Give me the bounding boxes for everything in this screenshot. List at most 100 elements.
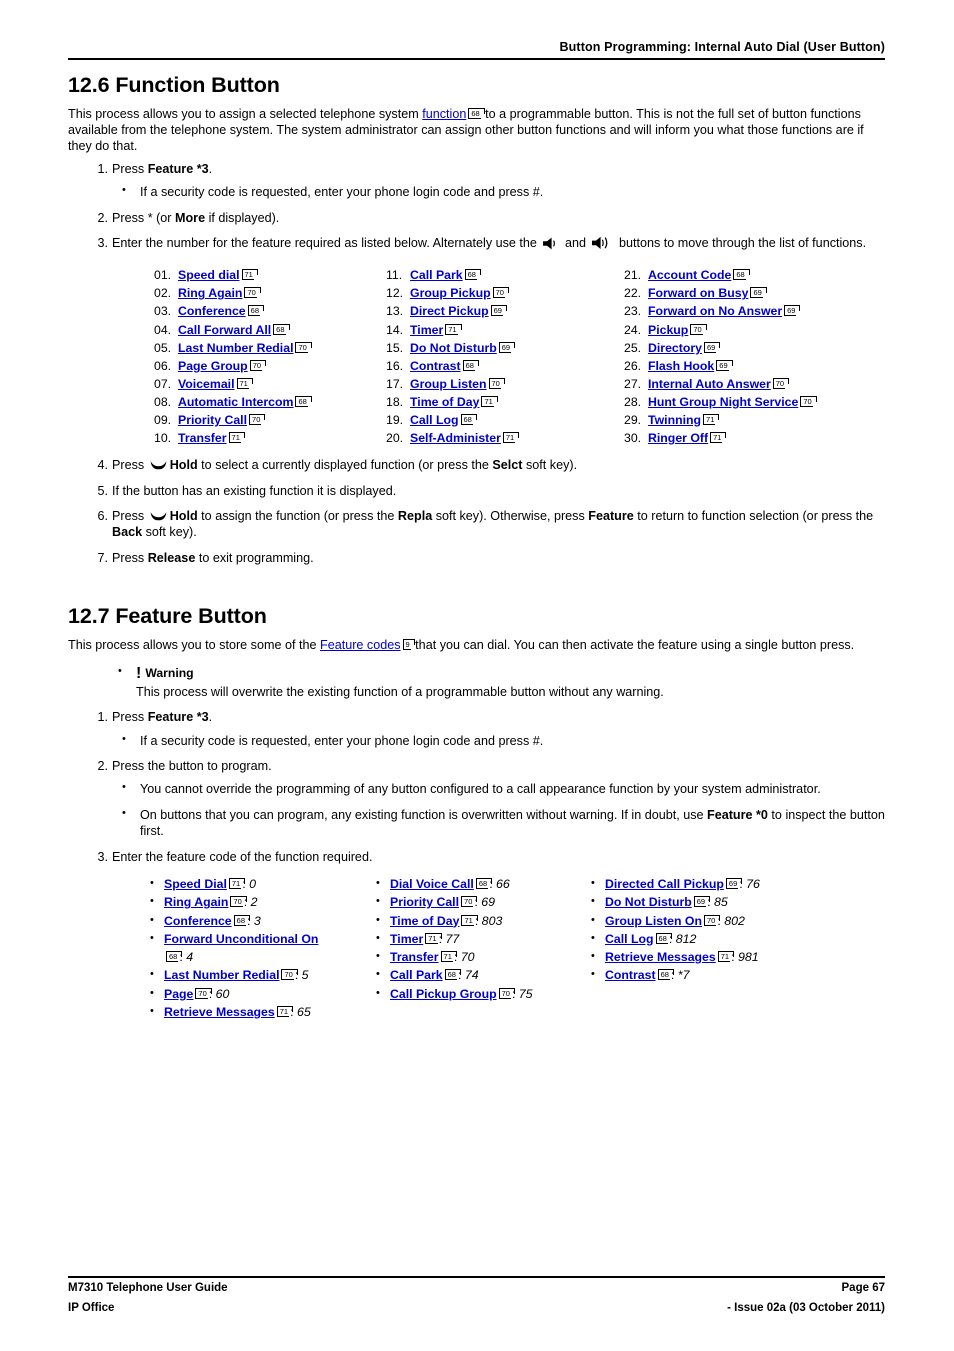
- function-label-link[interactable]: Group Pickup: [410, 286, 491, 300]
- function-label-link[interactable]: Time of Day: [410, 395, 479, 409]
- page-ref-badge[interactable]: 70: [492, 287, 510, 299]
- page-ref-badge[interactable]: 68: [273, 323, 290, 335]
- function-label-link[interactable]: Twinning: [648, 413, 701, 427]
- page-ref-badge[interactable]: 68: [733, 269, 751, 281]
- feature-code-label-link[interactable]: Forward Unconditional On: [164, 932, 318, 946]
- function-label-link[interactable]: Page Group: [178, 359, 248, 373]
- page-ref-badge[interactable]: 71: [228, 877, 246, 889]
- function-label-link[interactable]: Account Code: [648, 268, 731, 282]
- page-ref-badge[interactable]: 68: [247, 305, 265, 317]
- function-label-link[interactable]: Internal Auto Answer: [648, 377, 771, 391]
- page-ref-badge[interactable]: 69: [716, 359, 734, 371]
- function-label-link[interactable]: Transfer: [178, 431, 227, 445]
- feature-code-label-link[interactable]: Contrast: [605, 968, 656, 982]
- page-ref-badge[interactable]: 68: [166, 951, 183, 963]
- function-label-link[interactable]: Group Listen: [410, 377, 487, 391]
- page-ref-badge[interactable]: 70: [244, 287, 262, 299]
- function-label-link[interactable]: Pickup: [648, 323, 688, 337]
- page-ref-badge[interactable]: 71: [440, 951, 458, 963]
- page-ref-badge[interactable]: 69: [490, 305, 508, 317]
- page-ref-badge[interactable]: 71: [703, 413, 720, 425]
- feature-code-label-link[interactable]: Call Log: [605, 932, 654, 946]
- function-label-link[interactable]: Call Park: [410, 268, 463, 282]
- feature-code-label-link[interactable]: Dial Voice Call: [390, 877, 474, 891]
- page-ref-badge[interactable]: 70: [249, 413, 266, 425]
- feature-code-label-link[interactable]: Call Park: [390, 968, 443, 982]
- page-ref-badge[interactable]: 71: [717, 951, 735, 963]
- function-link[interactable]: function: [422, 107, 466, 121]
- page-ref-badge[interactable]: 9: [402, 638, 415, 650]
- function-label-link[interactable]: Flash Hook: [648, 359, 714, 373]
- feature-code-label-link[interactable]: Priority Call: [390, 895, 459, 909]
- function-label-link[interactable]: Do Not Disturb: [410, 341, 497, 355]
- function-label-link[interactable]: Automatic Intercom: [178, 395, 293, 409]
- feature-codes-link[interactable]: Feature codes: [320, 638, 401, 652]
- function-label-link[interactable]: Forward on No Answer: [648, 304, 782, 318]
- feature-code-label-link[interactable]: Time of Day: [390, 914, 459, 928]
- feature-code-label-link[interactable]: Speed Dial: [164, 877, 227, 891]
- page-ref-badge[interactable]: 71: [228, 432, 246, 444]
- page-ref-badge[interactable]: 71: [445, 323, 463, 335]
- page-ref-badge[interactable]: 68: [233, 914, 251, 926]
- page-ref-badge[interactable]: 68: [475, 877, 493, 889]
- page-ref-badge[interactable]: 68: [657, 969, 675, 981]
- page-ref-badge[interactable]: 70: [498, 987, 516, 999]
- page-ref-badge[interactable]: 68: [444, 969, 462, 981]
- feature-code-label-link[interactable]: Directed Call Pickup: [605, 877, 724, 891]
- page-ref-badge[interactable]: 68: [464, 269, 482, 281]
- feature-code-label-link[interactable]: Transfer: [390, 950, 439, 964]
- function-label-link[interactable]: Priority Call: [178, 413, 247, 427]
- function-label-link[interactable]: Forward on Busy: [648, 286, 748, 300]
- function-label-link[interactable]: Call Forward All: [178, 323, 271, 337]
- page-ref-badge[interactable]: 71: [481, 395, 499, 407]
- page-ref-badge[interactable]: 68: [655, 932, 673, 944]
- page-ref-badge[interactable]: 70: [690, 323, 708, 335]
- function-label-link[interactable]: Call Log: [410, 413, 459, 427]
- page-ref-badge[interactable]: 68: [462, 359, 480, 371]
- feature-code-label-link[interactable]: Timer: [390, 932, 423, 946]
- page-ref-badge[interactable]: 70: [461, 896, 478, 908]
- page-ref-badge[interactable]: 70: [772, 377, 790, 389]
- page-ref-badge[interactable]: 70: [800, 395, 818, 407]
- function-label-link[interactable]: Self-Administer: [410, 431, 501, 445]
- feature-code-label-link[interactable]: Retrieve Messages: [605, 950, 716, 964]
- page-ref-badge[interactable]: 68: [295, 395, 313, 407]
- page-ref-badge[interactable]: 71: [425, 932, 443, 944]
- page-ref-badge[interactable]: 69: [725, 877, 743, 889]
- function-label-link[interactable]: Direct Pickup: [410, 304, 489, 318]
- page-ref-badge[interactable]: 69: [784, 305, 801, 317]
- page-ref-badge[interactable]: 70: [488, 377, 506, 389]
- function-label-link[interactable]: Speed dial: [178, 268, 240, 282]
- function-label-link[interactable]: Hunt Group Night Service: [648, 395, 798, 409]
- feature-code-label-link[interactable]: Retrieve Messages: [164, 1005, 275, 1019]
- feature-code-label-link[interactable]: Conference: [164, 914, 232, 928]
- page-ref-badge[interactable]: 70: [249, 359, 267, 371]
- function-label-link[interactable]: Ringer Off: [648, 431, 708, 445]
- page-ref-badge[interactable]: 71: [276, 1006, 294, 1017]
- feature-code-label-link[interactable]: Page: [164, 987, 193, 1001]
- page-ref-badge[interactable]: 70: [281, 969, 299, 981]
- function-label-link[interactable]: Timer: [410, 323, 443, 337]
- page-ref-badge[interactable]: 68: [460, 413, 478, 425]
- function-label-link[interactable]: Directory: [648, 341, 702, 355]
- function-label-link[interactable]: Conference: [178, 304, 246, 318]
- page-ref-badge[interactable]: 70: [195, 987, 213, 999]
- feature-code-label-link[interactable]: Last Number Redial: [164, 968, 279, 982]
- page-ref-badge[interactable]: 71: [241, 269, 259, 281]
- page-ref-badge[interactable]: 71: [502, 432, 520, 444]
- function-label-link[interactable]: Voicemail: [178, 377, 235, 391]
- page-ref-badge[interactable]: 71: [461, 914, 479, 926]
- function-label-link[interactable]: Last Number Redial: [178, 341, 293, 355]
- page-ref-badge[interactable]: 69: [704, 341, 721, 353]
- feature-code-label-link[interactable]: Call Pickup Group: [390, 987, 497, 1001]
- page-ref-badge[interactable]: 68: [468, 107, 486, 119]
- feature-code-label-link[interactable]: Ring Again: [164, 895, 228, 909]
- page-ref-badge[interactable]: 70: [704, 914, 721, 926]
- page-ref-badge[interactable]: 70: [295, 341, 313, 353]
- function-label-link[interactable]: Contrast: [410, 359, 461, 373]
- page-ref-badge[interactable]: 71: [236, 377, 254, 389]
- feature-code-label-link[interactable]: Do Not Disturb: [605, 895, 692, 909]
- page-ref-badge[interactable]: 70: [230, 896, 248, 908]
- feature-code-label-link[interactable]: Group Listen On: [605, 914, 702, 928]
- function-label-link[interactable]: Ring Again: [178, 286, 242, 300]
